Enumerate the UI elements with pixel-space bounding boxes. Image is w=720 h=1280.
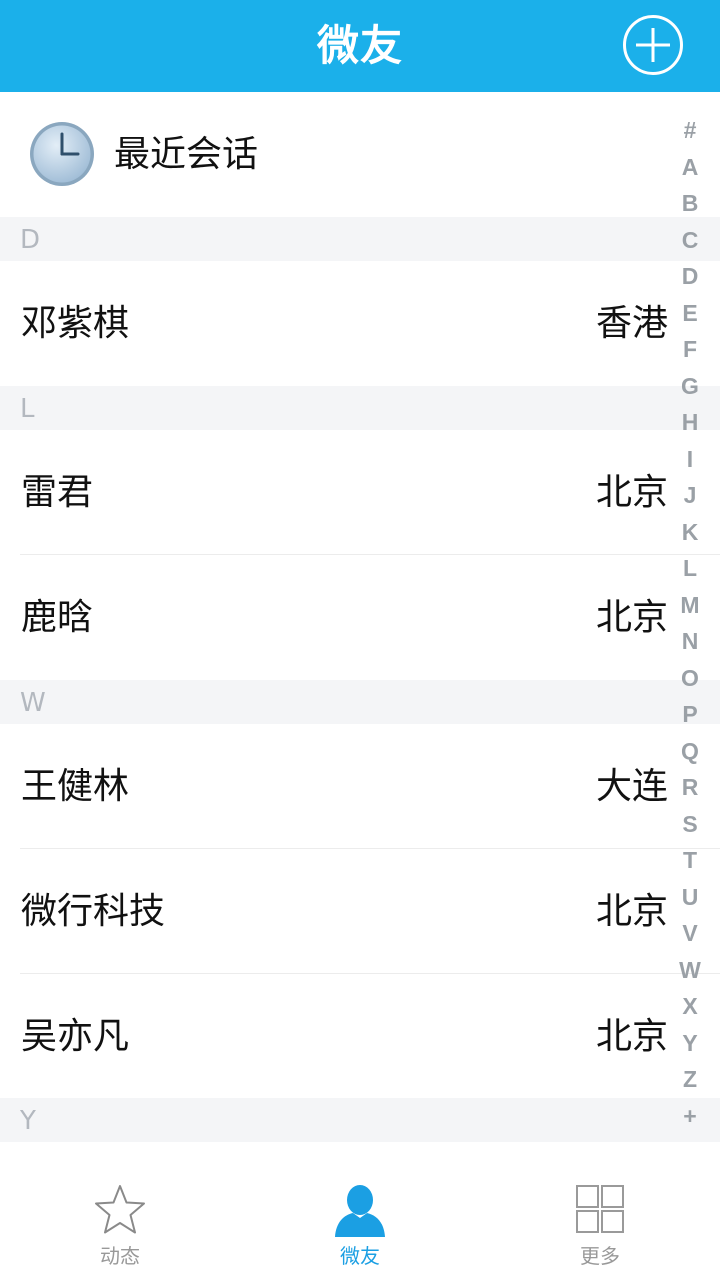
index-letter[interactable]: + — [672, 1098, 708, 1134]
index-letter[interactable]: U — [672, 879, 708, 915]
bottom-tab-bar: 动态 微友 更多 — [0, 1142, 720, 1280]
alphabet-index-bar[interactable]: # A B C D E F G H I J K L M N O P Q R S T U V W X Y Z + — [672, 112, 708, 1132]
index-letter[interactable]: F — [672, 331, 708, 367]
recent-conversations-row[interactable]: 最近会话 — [0, 92, 720, 217]
section-letter: D — [20, 225, 41, 255]
contact-name: 微行科技 — [21, 891, 166, 932]
section-header-l: L — [0, 386, 720, 430]
contact-row[interactable]: 鹿晗 北京 — [0, 555, 720, 680]
section-letter: Y — [20, 1106, 36, 1136]
contact-name: 吴亦凡 — [21, 1016, 130, 1057]
index-letter[interactable]: L — [672, 550, 708, 586]
contact-city: 北京 — [595, 597, 668, 638]
section-header-d: D — [0, 217, 720, 261]
index-letter[interactable]: V — [672, 915, 708, 951]
index-letter[interactable]: J — [672, 477, 708, 513]
index-letter[interactable]: # — [672, 112, 708, 148]
index-letter[interactable]: A — [672, 149, 708, 185]
index-letter[interactable]: W — [672, 952, 708, 988]
tab-feed[interactable]: 动态 — [0, 1142, 240, 1280]
contact-row[interactable]: 吴亦凡 北京 — [0, 974, 720, 1099]
person-icon — [335, 1185, 385, 1237]
section-letter: W — [20, 688, 46, 718]
index-letter[interactable]: N — [672, 623, 708, 659]
contact-row[interactable]: 雷君 北京 — [0, 430, 720, 555]
tab-label: 动态 — [100, 1244, 140, 1268]
contact-city: 北京 — [595, 472, 668, 513]
index-letter[interactable]: G — [672, 368, 708, 404]
contact-row[interactable]: 王健林 大连 — [0, 724, 720, 849]
contact-name: 王健林 — [21, 766, 130, 807]
index-letter[interactable]: S — [672, 806, 708, 842]
contact-name: 鹿晗 — [21, 597, 94, 638]
grid-icon — [576, 1185, 624, 1233]
index-letter[interactable]: P — [672, 696, 708, 732]
tab-label: 微友 — [340, 1244, 380, 1268]
index-letter[interactable]: D — [672, 258, 708, 294]
index-letter[interactable]: Q — [672, 733, 708, 769]
index-letter[interactable]: Y — [672, 1025, 708, 1061]
index-letter[interactable]: O — [672, 660, 708, 696]
tab-contacts[interactable]: 微友 — [240, 1142, 480, 1280]
add-button[interactable] — [622, 14, 684, 76]
index-letter[interactable]: K — [672, 514, 708, 550]
contact-name: 邓紫棋 — [21, 303, 130, 344]
index-letter[interactable]: M — [672, 587, 708, 623]
contact-row[interactable]: 微行科技 北京 — [0, 849, 720, 974]
section-header-y: Y — [0, 1098, 720, 1142]
contact-city: 大连 — [595, 766, 668, 807]
index-letter[interactable]: C — [672, 222, 708, 258]
index-letter[interactable]: Z — [672, 1061, 708, 1097]
recent-conversations-label: 最近会话 — [114, 134, 259, 175]
contact-city: 香港 — [595, 303, 668, 344]
contact-row[interactable]: 邓紫棋 香港 — [0, 261, 720, 386]
section-letter: L — [20, 394, 35, 424]
tab-more[interactable]: 更多 — [480, 1142, 720, 1280]
section-header-w: W — [0, 680, 720, 724]
index-letter[interactable]: E — [672, 295, 708, 331]
star-icon — [95, 1185, 145, 1234]
page-title: 微友 — [316, 21, 403, 70]
index-letter[interactable]: I — [672, 441, 708, 477]
tab-label: 更多 — [580, 1244, 620, 1268]
contact-list[interactable]: 最近会话 D 邓紫棋 香港 L 雷君 北京 鹿晗 北京 W 王健林 大连 微行科… — [0, 92, 720, 1142]
plus-circle-icon — [623, 15, 683, 75]
index-letter[interactable]: H — [672, 404, 708, 440]
index-letter[interactable]: B — [672, 185, 708, 221]
clock-icon — [30, 122, 94, 186]
index-letter[interactable]: R — [672, 769, 708, 805]
contact-city: 北京 — [595, 891, 668, 932]
index-letter[interactable]: T — [672, 842, 708, 878]
contact-name: 雷君 — [21, 472, 94, 513]
contact-city: 北京 — [595, 1016, 668, 1057]
header-bar: 微友 — [0, 0, 720, 92]
index-letter[interactable]: X — [672, 988, 708, 1024]
